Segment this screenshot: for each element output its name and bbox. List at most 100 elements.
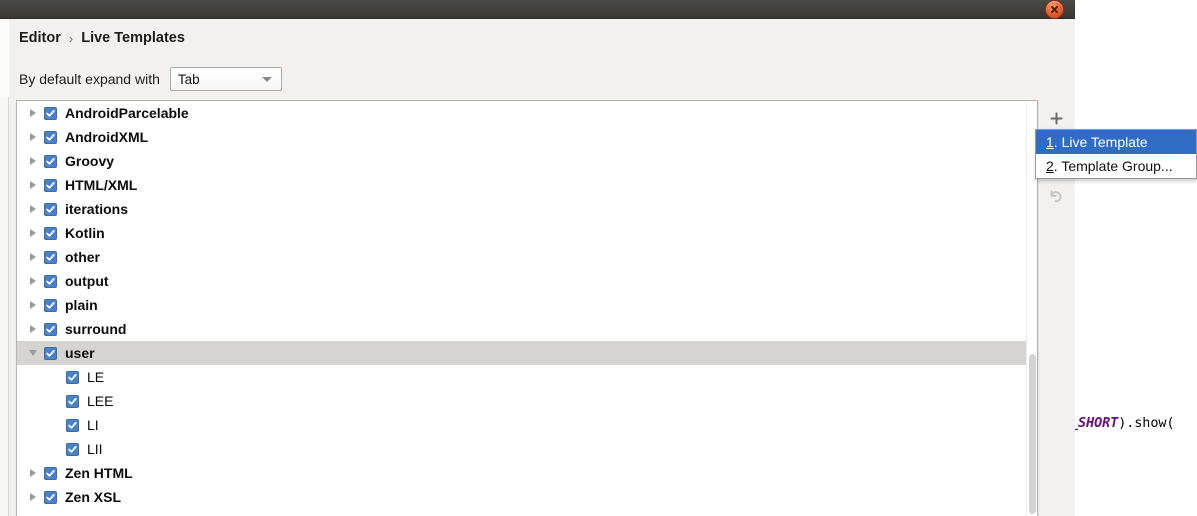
chevron-right-icon[interactable] [25,229,41,237]
checkbox-checked-icon[interactable] [44,490,57,504]
add-popup-menu[interactable]: 1. Live Template 2. Template Group... [1035,129,1197,179]
code-editor-panel[interactable] [1060,0,1197,516]
popup-menu-item[interactable]: 1. Live Template [1036,130,1196,154]
popup-menu-item[interactable]: 2. Template Group... [1036,154,1196,178]
menu-item-mnemonic: 2 [1046,158,1054,174]
tree-row[interactable]: output [17,269,1037,293]
chevron-right-icon[interactable] [25,181,41,189]
tree-row-label: Zen HTML [65,465,133,481]
breadcrumb-root[interactable]: Editor [19,30,61,46]
tree-row-label: Zen XSL [65,489,122,505]
expand-with-label: By default expand with [19,71,160,87]
checkbox-checked-icon[interactable] [44,322,57,336]
tree-row[interactable]: LE [17,365,1037,389]
breadcrumb-separator-icon: › [68,30,74,46]
tree-row-label: other [65,249,100,265]
tree-row-label: surround [65,321,127,337]
checkbox-checked-icon[interactable] [44,274,57,288]
tree-row[interactable]: plain [17,293,1037,317]
screen-root: H_SHORT).show( Editor › Live Templates B… [0,0,1197,516]
tree-row[interactable]: Kotlin [17,221,1037,245]
chevron-down-icon [261,77,272,82]
expand-with-row: By default expand with Tab [19,67,282,91]
close-icon[interactable] [1045,0,1064,19]
checkbox-checked-icon[interactable] [44,466,57,480]
templates-tree[interactable]: AndroidParcelable AndroidXML Groovy HTML/XM… [17,101,1037,509]
breadcrumb: Editor › Live Templates [19,30,185,46]
checkbox-checked-icon[interactable] [44,202,57,216]
tree-row-label: output [65,273,109,289]
tree-row[interactable]: AndroidXML [17,125,1037,149]
checkbox-checked-icon[interactable] [44,130,57,144]
tree-row[interactable]: other [17,245,1037,269]
checkbox-checked-icon[interactable] [44,106,57,120]
checkbox-checked-icon[interactable] [66,418,79,432]
triangle-glyph [30,469,36,477]
chevron-right-icon[interactable] [25,253,41,261]
menu-item-mnemonic: 1 [1046,134,1054,150]
tree-row[interactable]: Groovy [17,149,1037,173]
chevron-right-icon[interactable] [25,109,41,117]
tree-row-label: AndroidXML [65,129,149,145]
triangle-glyph [30,277,36,285]
tree-row[interactable]: iterations [17,197,1037,221]
triangle-glyph [30,157,36,165]
checkbox-checked-icon[interactable] [66,394,79,408]
triangle-glyph [30,205,36,213]
tree-row-label: LEE [87,393,114,409]
checkbox-checked-icon[interactable] [66,442,79,456]
tree-row[interactable]: Zen XSL [17,485,1037,509]
triangle-glyph [30,325,36,333]
checkbox-checked-icon[interactable] [66,370,79,384]
chevron-right-icon[interactable] [25,493,41,501]
menu-item-label: . Live Template [1053,134,1148,150]
breadcrumb-current: Live Templates [81,30,185,46]
chevron-right-icon[interactable] [25,469,41,477]
tree-row[interactable]: user [17,341,1037,365]
tree-row-label: HTML/XML [65,177,138,193]
tree-row[interactable]: LEE [17,389,1037,413]
dialog-left-rail-accent [0,19,9,97]
tree-row-label: Kotlin [65,225,105,241]
checkbox-checked-icon[interactable] [44,250,57,264]
tree-row[interactable]: HTML/XML [17,173,1037,197]
tree-scrollbar-thumb[interactable] [1029,354,1036,514]
restore-defaults-button[interactable] [1041,182,1071,210]
checkbox-checked-icon[interactable] [44,298,57,312]
chevron-right-icon[interactable] [25,325,41,333]
tree-row[interactable]: Zen HTML [17,461,1037,485]
chevron-right-icon[interactable] [25,205,41,213]
chevron-right-icon[interactable] [25,157,41,165]
checkbox-checked-icon[interactable] [44,178,57,192]
plus-icon [1050,112,1062,124]
tree-row[interactable]: AndroidParcelable [17,101,1037,125]
tree-row[interactable]: LI [17,413,1037,437]
code-tail-token: ).show( [1118,415,1175,431]
tree-row-label: LII [87,441,103,457]
chevron-down-icon[interactable] [25,350,41,356]
tree-row-label: user [65,345,95,361]
triangle-glyph [30,229,36,237]
chevron-right-icon[interactable] [25,277,41,285]
chevron-right-icon[interactable] [25,133,41,141]
window-titlebar [0,0,1075,19]
expand-with-combobox[interactable]: Tab [169,67,282,91]
tree-row-label: LE [87,369,105,385]
tree-row-label: AndroidParcelable [65,105,189,121]
checkbox-checked-icon[interactable] [44,226,57,240]
tree-row[interactable]: surround [17,317,1037,341]
triangle-glyph [30,109,36,117]
checkbox-checked-icon[interactable] [44,154,57,168]
chevron-right-icon[interactable] [25,301,41,309]
tree-row-label: plain [65,297,98,313]
tree-row[interactable]: LII [17,437,1037,461]
templates-tree-panel[interactable]: AndroidParcelable AndroidXML Groovy HTML/XM… [16,100,1038,516]
triangle-glyph [30,181,36,189]
code-line[interactable]: H_SHORT).show( [1062,415,1175,431]
checkbox-checked-icon[interactable] [44,346,57,360]
triangle-glyph [29,350,37,356]
triangle-glyph [30,493,36,501]
add-template-button[interactable] [1041,104,1071,132]
tree-row-label: iterations [65,201,129,217]
undo-arrow-icon [1050,189,1062,202]
